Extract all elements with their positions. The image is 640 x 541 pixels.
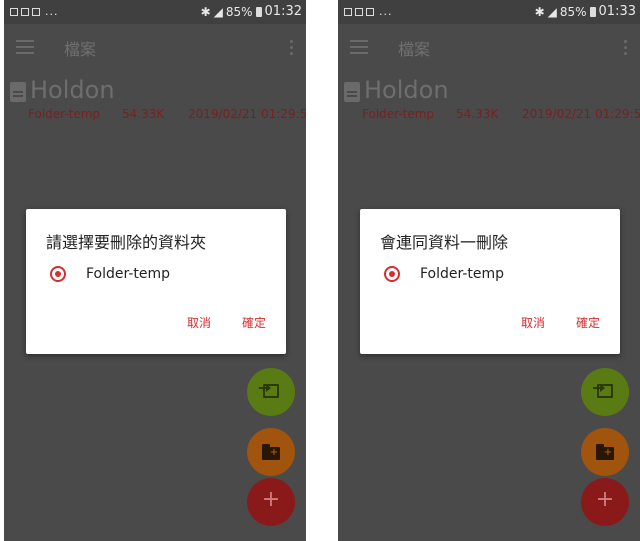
import-fab[interactable] — [247, 368, 295, 416]
document-icon — [344, 82, 360, 102]
add-fab[interactable]: + — [581, 478, 629, 526]
status-bar: ... ✱ ◢ 85% 01:32 — [4, 0, 306, 24]
add-fab[interactable]: + — [247, 478, 295, 526]
radio-button-selected[interactable] — [384, 266, 400, 282]
radio-option-label[interactable]: Folder-temp — [86, 266, 170, 282]
notification-more: ... — [379, 5, 393, 18]
more-vert-icon[interactable] — [624, 40, 628, 58]
notification-icons: ... — [10, 5, 59, 18]
notification-icon — [21, 7, 29, 16]
menu-icon[interactable] — [16, 40, 34, 54]
import-arrow-icon — [593, 384, 605, 392]
new-folder-plus-icon: + — [269, 447, 279, 458]
notification-more: ... — [45, 5, 59, 18]
signal-icon: ◢ — [213, 4, 223, 19]
folder-title: Holdon — [30, 76, 115, 104]
clock: 01:32 — [264, 4, 302, 19]
phone-screen-right: ... ✱ ◢ 85% 01:33 檔案 Holdon Folder-temp … — [338, 0, 640, 541]
delete-folder-dialog: 請選擇要刪除的資料夾 Folder-temp 取消 確定 — [26, 209, 286, 354]
battery-percent: 85% — [225, 4, 253, 19]
dialog-title: 會連同資料一刪除 — [380, 233, 509, 252]
new-folder-plus-icon: + — [603, 447, 613, 458]
radio-dot-icon — [389, 271, 395, 277]
signal-icon: ◢ — [547, 4, 557, 19]
notification-icons: ... — [344, 5, 393, 18]
radio-option-label[interactable]: Folder-temp — [420, 266, 504, 282]
phone-screen-left: ... ✱ ◢ 85% 01:32 檔案 Holdon Folder-temp … — [4, 0, 306, 541]
dialog-title: 請選擇要刪除的資料夾 — [46, 233, 207, 252]
delete-confirm-dialog: 會連同資料一刪除 Folder-temp 取消 確定 — [360, 209, 620, 354]
status-bar: ... ✱ ◢ 85% 01:33 — [338, 0, 640, 24]
new-folder-fab[interactable]: + — [581, 428, 629, 476]
notification-icon — [366, 7, 374, 16]
battery-icon — [255, 6, 262, 17]
radio-button-selected[interactable] — [50, 266, 66, 282]
notification-icon — [355, 7, 363, 16]
more-vert-icon[interactable] — [290, 40, 294, 58]
file-date: 2019/02/21 01:29:53 — [522, 107, 640, 121]
app-title: 檔案 — [398, 40, 431, 59]
import-fab[interactable] — [581, 368, 629, 416]
notification-icon — [344, 7, 352, 16]
import-arrow-icon — [259, 384, 271, 392]
cancel-button[interactable]: 取消 — [521, 314, 545, 331]
file-date: 2019/02/21 01:29:53 — [188, 107, 306, 121]
battery-icon — [589, 6, 596, 17]
cancel-button[interactable]: 取消 — [187, 314, 211, 331]
bluetooth-icon: ✱ — [534, 4, 545, 19]
radio-dot-icon — [55, 271, 61, 277]
system-status: ✱ ◢ 85% 01:33 — [535, 4, 636, 19]
battery-percent: 85% — [559, 4, 587, 19]
notification-icon — [32, 7, 40, 16]
system-status: ✱ ◢ 85% 01:32 — [201, 4, 302, 19]
clock: 01:33 — [598, 4, 636, 19]
file-size: 54.33K — [456, 107, 499, 121]
file-name: Folder-temp — [28, 107, 101, 121]
notification-icon — [10, 7, 18, 16]
confirm-button[interactable]: 確定 — [576, 314, 600, 331]
document-icon — [10, 82, 26, 102]
file-name: Folder-temp — [362, 107, 435, 121]
app-title: 檔案 — [64, 40, 97, 59]
app-bar: 檔案 — [338, 24, 640, 72]
file-size: 54.33K — [122, 107, 165, 121]
app-bar: 檔案 — [4, 24, 306, 72]
folder-title: Holdon — [364, 76, 449, 104]
plus-icon: + — [261, 487, 281, 512]
confirm-button[interactable]: 確定 — [242, 314, 266, 331]
plus-icon: + — [595, 487, 615, 512]
menu-icon[interactable] — [350, 40, 368, 54]
bluetooth-icon: ✱ — [200, 4, 211, 19]
new-folder-fab[interactable]: + — [247, 428, 295, 476]
